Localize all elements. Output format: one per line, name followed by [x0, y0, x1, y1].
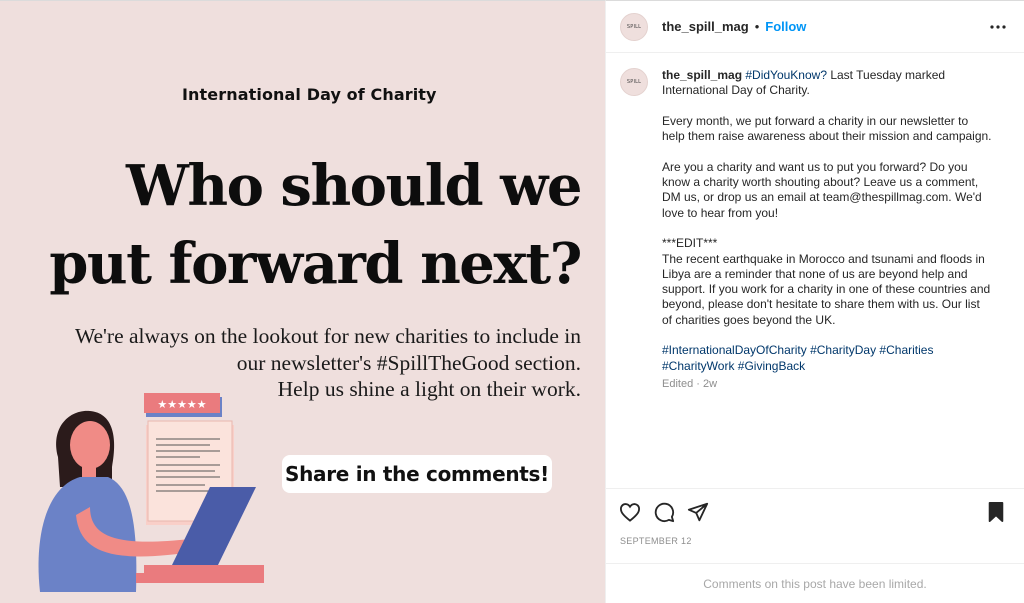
post-header: SPILL the_spill_mag • Follow [606, 1, 1024, 53]
actions-bar [606, 488, 1024, 535]
share-comments-cta: Share in the comments! [282, 455, 552, 493]
image-kicker: International Day of Charity [182, 85, 437, 104]
caption-username[interactable]: the_spill_mag [662, 68, 742, 82]
send-icon [687, 502, 709, 522]
caption-para-3: Are you a charity and want us to put you… [662, 159, 982, 220]
laptop-base [144, 565, 264, 573]
bookmark-icon [988, 502, 1004, 522]
caption-edit-marker: ***EDIT*** [662, 236, 718, 251]
comments-limited-notice: Comments on this post have been limited. [606, 563, 1024, 603]
header-username[interactable]: the_spill_mag [662, 19, 749, 34]
hashtag-didyouknow[interactable]: #DidYouKnow? [745, 68, 827, 82]
caption-meta: Edited · 2w [662, 378, 718, 391]
caption-area: SPILL the_spill_mag #DidYouKnow? Last Tu… [606, 54, 1024, 488]
save-button[interactable] [984, 500, 1008, 524]
headline-line-1: Who should we [125, 153, 583, 219]
header-separator: • [754, 19, 760, 34]
caption-para-2: Every month, we put forward a charity in… [662, 113, 992, 144]
post-side-panel: SPILL the_spill_mag • Follow SPILL the_s… [605, 0, 1024, 603]
desk [136, 573, 264, 583]
post-date[interactable]: SEPTEMBER 12 [620, 536, 692, 546]
post-image[interactable]: International Day of Charity Who should … [0, 0, 605, 603]
like-button[interactable] [618, 500, 642, 524]
caption-hashtags[interactable]: #InternationalDayOfCharity #CharityDay #… [662, 343, 992, 374]
share-button[interactable] [686, 500, 710, 524]
heart-icon [619, 503, 641, 522]
body-line-1: We're always on the lookout for new char… [74, 324, 581, 348]
comment-icon [654, 502, 675, 523]
face [70, 421, 110, 469]
comment-button[interactable] [652, 500, 676, 524]
more-options-button[interactable] [986, 15, 1010, 39]
person-laptop-illustration: ★★★★★ [38, 393, 264, 592]
follow-button[interactable]: Follow [765, 19, 806, 34]
more-horizontal-icon [990, 24, 1006, 29]
headline-line-2: put forward next? [49, 231, 582, 297]
caption-para-4: The recent earthquake in Morocco and tsu… [662, 251, 991, 327]
avatar[interactable]: SPILL [620, 12, 648, 41]
rating-stars: ★★★★★ [157, 398, 206, 411]
image-headline: Who should we put forward next? [21, 147, 583, 303]
body-line-2: our newsletter's #SpillTheGood section. [236, 350, 581, 375]
caption-para-1: the_spill_mag #DidYouKnow? Last Tuesday … [662, 68, 992, 99]
caption-text: the_spill_mag #DidYouKnow? Last Tuesday … [662, 68, 992, 488]
caption-avatar[interactable]: SPILL [620, 68, 648, 96]
